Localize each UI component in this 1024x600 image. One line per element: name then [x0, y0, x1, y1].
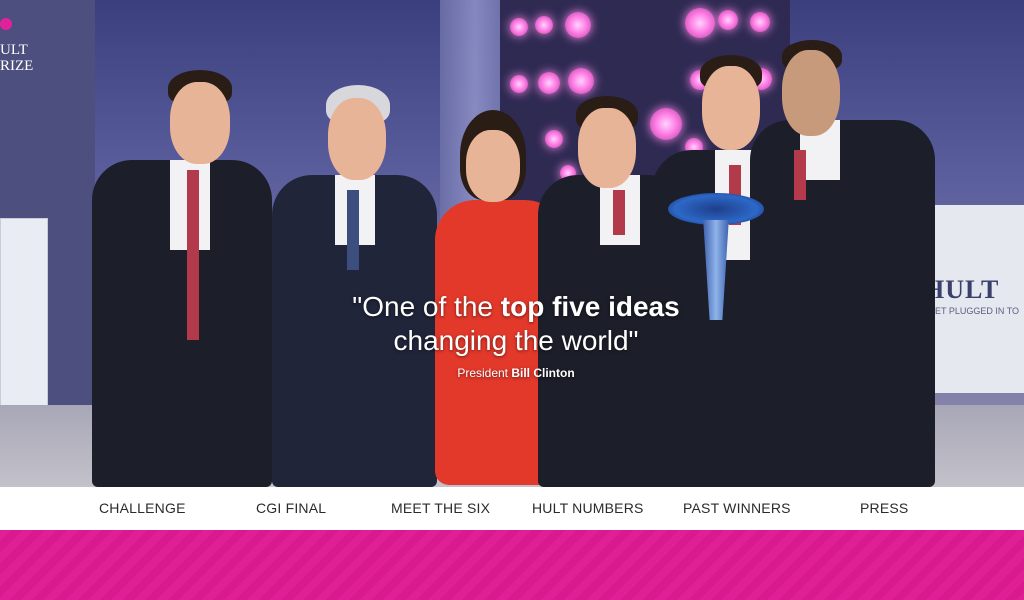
brand-logo-line2: RIZE	[0, 58, 34, 74]
nav-item-press[interactable]: PRESS	[860, 500, 908, 516]
attribution-prefix: President	[457, 366, 512, 380]
led-light	[565, 12, 591, 38]
led-light	[538, 72, 560, 94]
led-light	[510, 18, 528, 36]
led-light	[545, 130, 563, 148]
brand-logo-line1: ULT	[0, 42, 28, 58]
pink-banner	[0, 530, 1024, 600]
brand-logo-text: ULT RIZE	[0, 42, 33, 74]
nav-item-cgi-final[interactable]: CGI FINAL	[256, 500, 326, 516]
led-light	[568, 68, 594, 94]
main-nav: CHALLENGE CGI FINAL MEET THE SIX HULT NU…	[0, 487, 1024, 530]
led-light	[750, 12, 770, 32]
quote-line-2: changing the world"	[393, 325, 639, 356]
hero-image: HULT GET PLUGGED IN TO ULT RIZE "One of …	[0, 0, 1024, 487]
backdrop-logo: HULT	[924, 275, 1000, 304]
nav-item-past-winners[interactable]: PAST WINNERS	[683, 500, 791, 516]
led-light	[650, 108, 682, 140]
quote-highlight: top five ideas	[500, 291, 680, 322]
brand-mark-icon	[0, 18, 12, 30]
nav-item-meet-the-six[interactable]: MEET THE SIX	[391, 500, 490, 516]
nav-item-challenge[interactable]: CHALLENGE	[99, 500, 186, 516]
backdrop-subtitle: GET PLUGGED IN TO	[928, 306, 1020, 316]
wall-panel-left	[0, 218, 48, 410]
attribution-name: Bill Clinton	[511, 366, 575, 380]
led-light	[510, 75, 528, 93]
quote-line-1: "One of the top five ideas	[336, 290, 696, 324]
led-light	[718, 10, 738, 30]
led-light	[685, 8, 715, 38]
nav-item-hult-numbers[interactable]: HULT NUMBERS	[532, 500, 644, 516]
quote-open: "One of the	[352, 291, 501, 322]
led-light	[535, 16, 553, 34]
quote-attribution: President Bill Clinton	[336, 366, 696, 380]
hero-quote: "One of the top five ideas changing the …	[336, 290, 696, 380]
